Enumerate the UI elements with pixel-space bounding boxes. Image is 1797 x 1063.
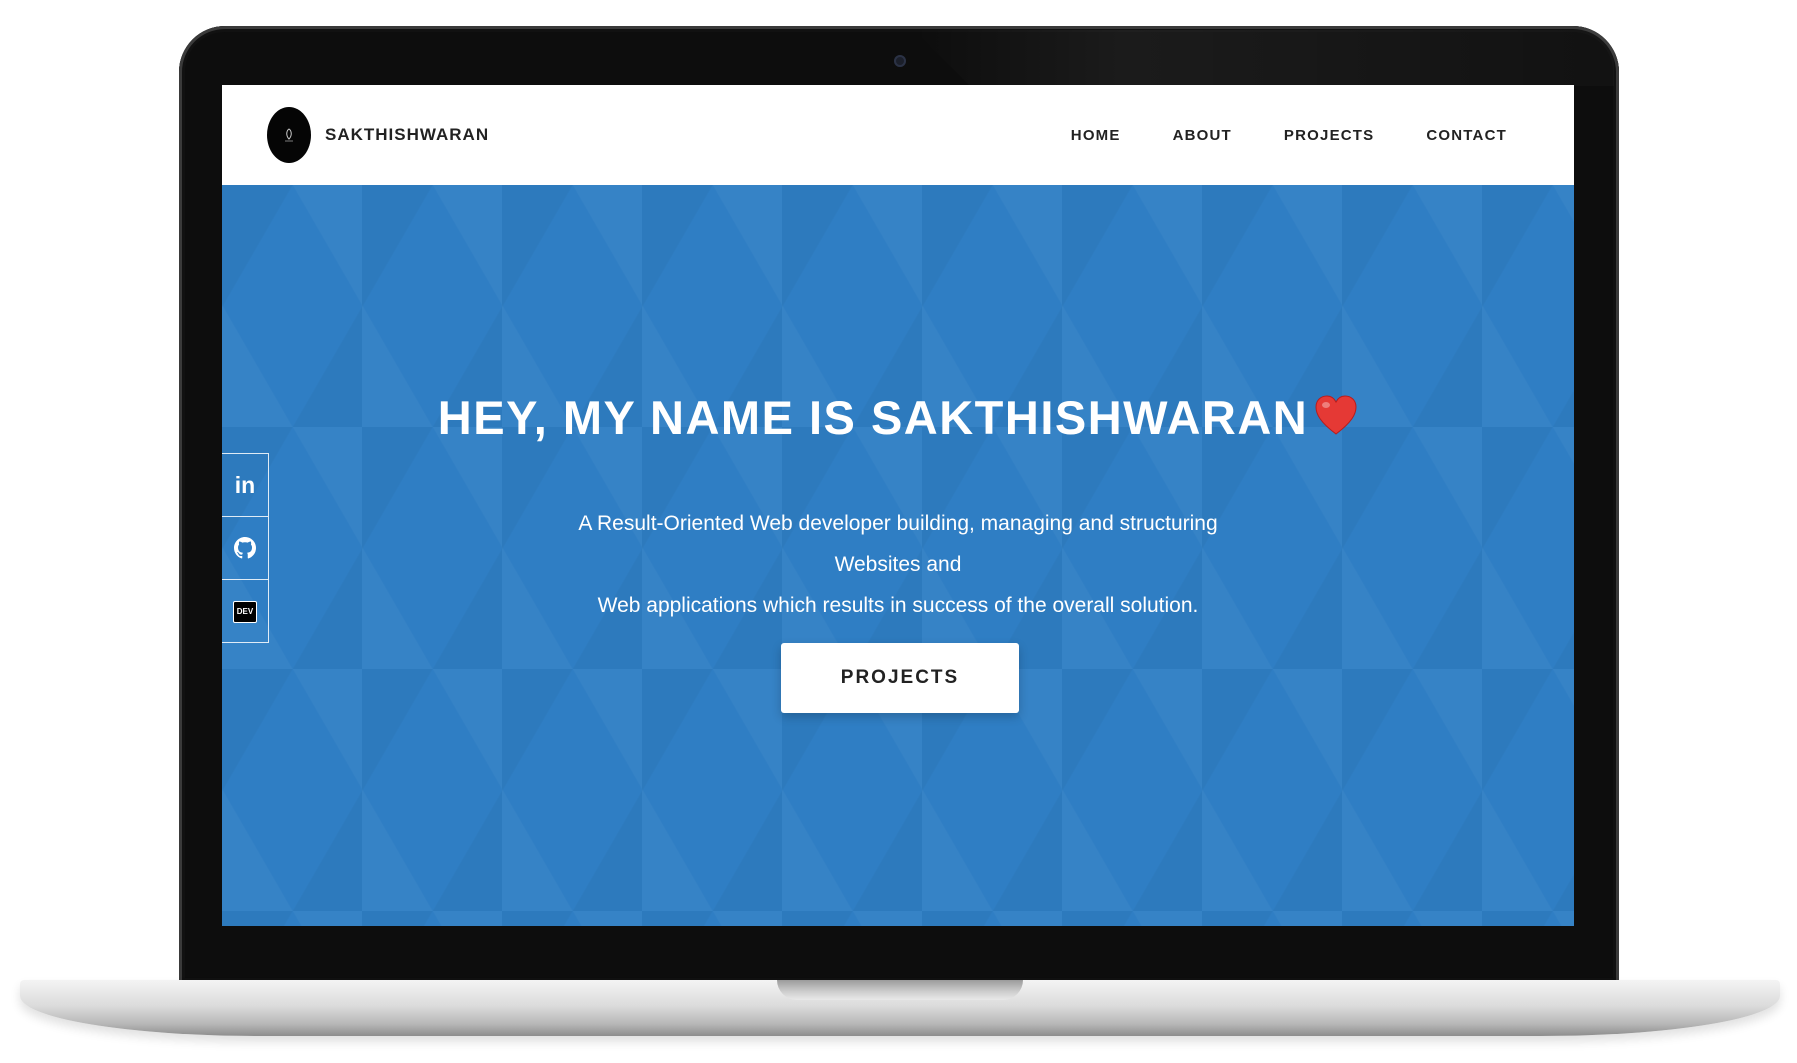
laptop-notch <box>777 980 1023 1000</box>
linkedin-icon: in <box>234 471 256 498</box>
linkedin-link[interactable]: in <box>222 454 268 517</box>
heart-icon <box>1315 395 1357 435</box>
nav-projects[interactable]: PROJECTS <box>1284 127 1374 144</box>
brand[interactable]: SAKTHISHWARAN <box>267 107 489 163</box>
nav-about[interactable]: ABOUT <box>1173 127 1232 144</box>
hero-title: HEY, MY NAME IS SAKTHISHWARAN <box>222 390 1574 445</box>
github-icon <box>234 537 256 559</box>
hero-description-line-2: Web applications which results in succes… <box>597 594 1199 617</box>
hero-section: HEY, MY NAME IS SAKTHISHWARAN A Result-O… <box>222 185 1574 926</box>
nav-contact[interactable]: CONTACT <box>1426 127 1507 144</box>
hero-title-text: HEY, MY NAME IS SAKTHISHWARAN <box>437 391 1309 444</box>
lid-glare <box>914 30 1614 86</box>
github-link[interactable] <box>222 517 268 580</box>
dev-link[interactable]: DEV <box>222 580 268 643</box>
logo-mark-icon <box>285 128 293 142</box>
nav-home[interactable]: HOME <box>1071 127 1121 144</box>
social-sidebar: in DEV <box>222 453 269 643</box>
projects-button[interactable]: PROJECTS <box>781 643 1019 713</box>
brand-name: SAKTHISHWARAN <box>325 125 490 144</box>
navbar: SAKTHISHWARAN HOME ABOUT PROJECTS CONTAC… <box>222 85 1574 185</box>
laptop-mockup: SAKTHISHWARAN HOME ABOUT PROJECTS CONTAC… <box>0 0 1797 1063</box>
hero-description-line-1: A Result-Oriented Web developer building… <box>578 512 1218 576</box>
dev-icon: DEV <box>233 600 257 623</box>
webcam-icon <box>894 55 906 67</box>
hero-description: A Result-Oriented Web developer building… <box>548 503 1248 626</box>
nav-links: HOME ABOUT PROJECTS CONTACT <box>1019 127 1507 144</box>
laptop-screen: SAKTHISHWARAN HOME ABOUT PROJECTS CONTAC… <box>222 85 1574 926</box>
circle-logo-icon <box>267 107 311 163</box>
